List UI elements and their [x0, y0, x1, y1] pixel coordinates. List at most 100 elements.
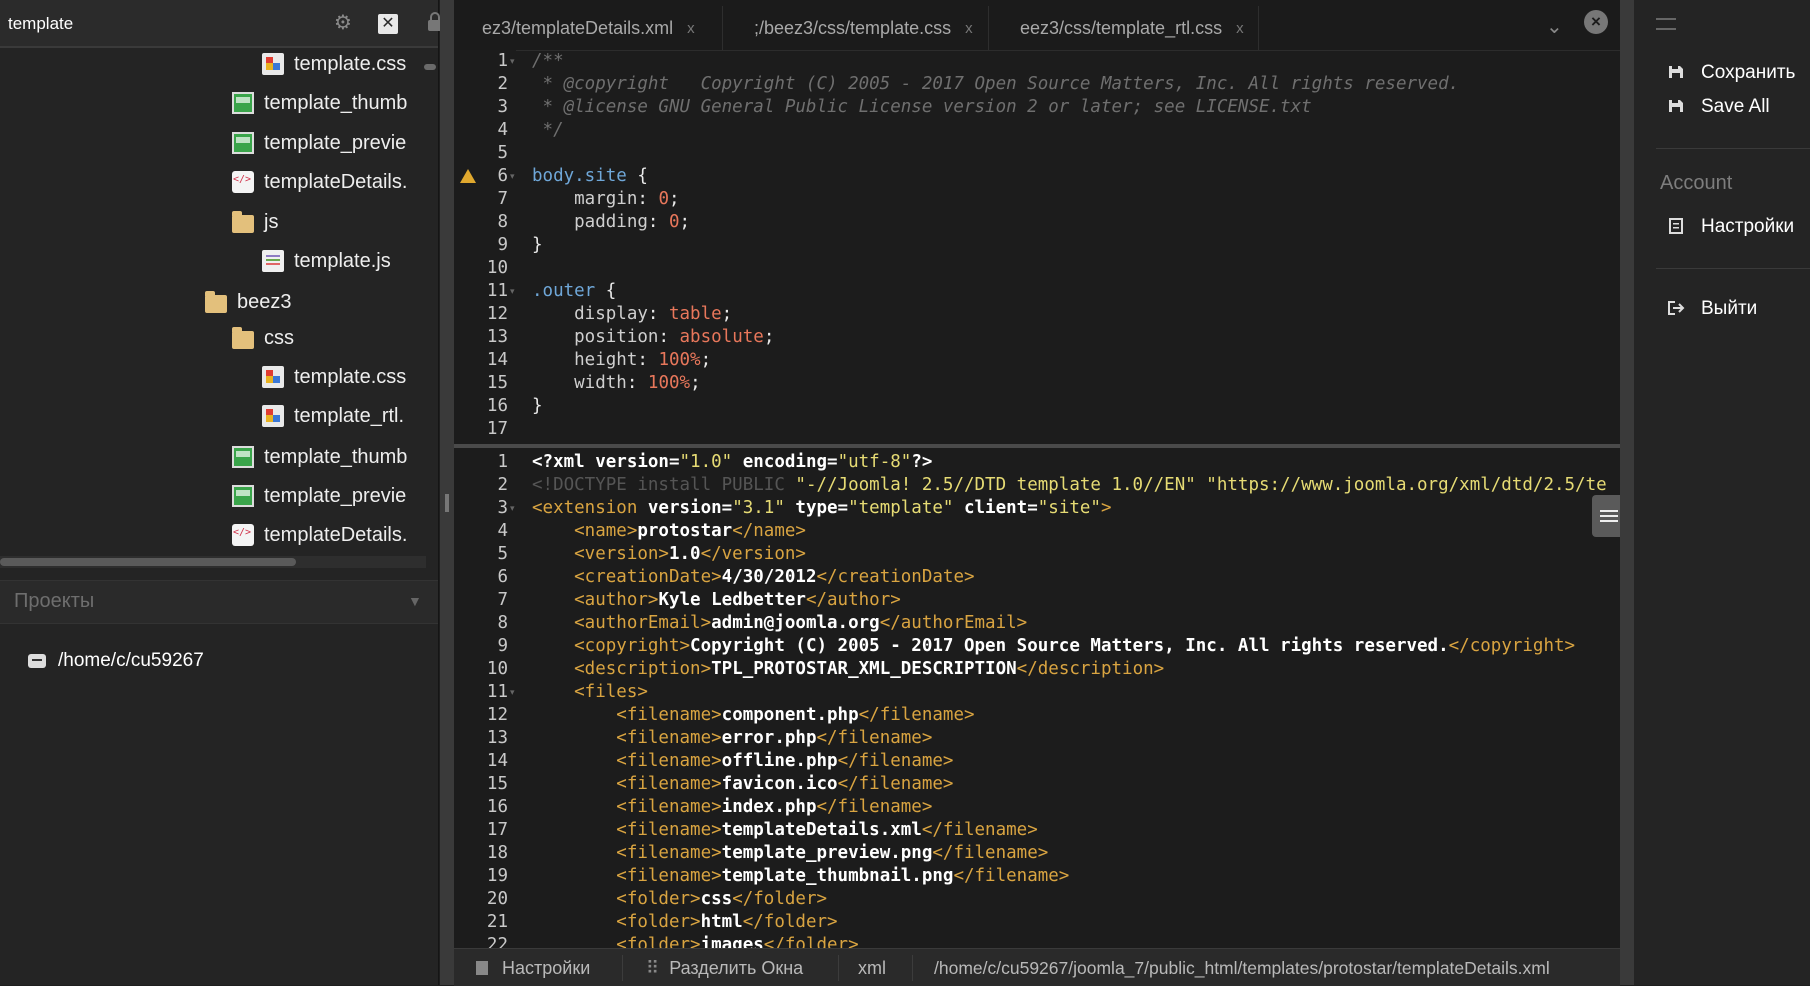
- save-button[interactable]: Сохранить: [1667, 62, 1795, 84]
- tree-file[interactable]: template.css: [262, 48, 406, 80]
- code-token: template_preview.png: [721, 843, 933, 863]
- code-content[interactable]: <?xml version="1.0" encoding="utf-8"?> <!…: [532, 451, 1620, 948]
- code-token: </folder>: [742, 912, 838, 932]
- tree-file[interactable]: template_thumb: [232, 87, 407, 119]
- tab-close-icon[interactable]: x: [965, 20, 973, 37]
- line-number: 14: [486, 751, 508, 771]
- editor-pane-xml[interactable]: 1 2 3 ▾ 4 5 6 7 8 9 10 11 ▾ 12 13 14 15 16 17 18 19 20 21 22 <?…: [454, 451, 1620, 948]
- collapse-panel-icon[interactable]: [1656, 18, 1676, 30]
- tree-file[interactable]: template.js: [262, 245, 391, 277]
- warning-icon[interactable]: [460, 169, 476, 183]
- status-settings-button[interactable]: Настройки: [476, 958, 590, 979]
- code-token: error.php: [721, 728, 817, 748]
- tab-close-icon[interactable]: x: [687, 20, 695, 37]
- code-line: display: table;: [532, 303, 732, 326]
- code-line: <copyright>Copyright (C) 2005 - 2017 Ope…: [532, 635, 1575, 658]
- code-line: <version>1.0</version>: [532, 543, 806, 566]
- status-separator: [912, 955, 913, 981]
- code-token: Kyle Ledbetter: [658, 590, 806, 610]
- tree-file[interactable]: templateDetails.: [232, 519, 407, 551]
- code-token: <filename>: [532, 774, 722, 794]
- settings-button[interactable]: Настройки: [1667, 216, 1794, 238]
- code-line: <filename>templateDetails.xml</filename>: [532, 819, 1037, 842]
- code-line: <filename>template_preview.png</filename…: [532, 842, 1048, 865]
- tree-folder[interactable]: beez3: [205, 286, 292, 318]
- tree-file[interactable]: template_previe: [232, 127, 406, 159]
- code-content[interactable]: /** * @copyright Copyright (C) 2005 - 20…: [532, 50, 1620, 442]
- save-all-button[interactable]: Save All: [1667, 96, 1770, 118]
- tree-file[interactable]: template_thumb: [232, 441, 407, 473]
- split-windows-button[interactable]: ⠿ Разделить Окна: [646, 958, 803, 979]
- line-number: 2: [497, 475, 508, 495]
- code-line: <author>Kyle Ledbetter</author>: [532, 589, 901, 612]
- line-number: 1: [497, 452, 508, 472]
- code-line: <filename>error.php</filename>: [532, 727, 932, 750]
- code-token: </name>: [732, 521, 806, 541]
- tree-folder[interactable]: css: [232, 322, 294, 354]
- code-token: "-//Joomla! 2.5//DTD template 1.0//EN" "…: [795, 475, 1607, 495]
- line-number: 17: [486, 820, 508, 840]
- tab-template-rtl-css[interactable]: eez3/css/template_rtl.css x: [1006, 6, 1259, 50]
- splitter-grip-icon[interactable]: [445, 494, 449, 512]
- gear-icon[interactable]: ⚙: [332, 12, 354, 34]
- close-all-tabs-icon[interactable]: ×: [1584, 10, 1608, 34]
- line-number: 7: [497, 189, 508, 209]
- line-number: 19: [486, 866, 508, 886]
- pane-divider[interactable]: [454, 444, 1620, 448]
- code-token: <filename>: [532, 705, 722, 725]
- chevron-down-icon[interactable]: ▼: [408, 593, 422, 609]
- tree-file[interactable]: template.css: [262, 361, 406, 393]
- tab-template-css[interactable]: ;/beez3/css/template.css x: [740, 6, 989, 50]
- fold-arrow-icon[interactable]: ▾: [510, 681, 518, 704]
- code-token: {: [626, 166, 648, 186]
- logout-label: Выйти: [1701, 298, 1758, 319]
- right-splitter[interactable]: [1620, 0, 1634, 985]
- line-number: 8: [497, 613, 508, 633]
- line-gutter: 1 ▾ 2 3 4 5 6 ▾ 7 8 9 10 11 ▾ 12 13 14 15 16 17: [454, 50, 516, 442]
- code-token: protostar: [637, 521, 733, 541]
- code-token: favicon.ico: [721, 774, 838, 794]
- tab-list-chevron-icon[interactable]: ⌄: [1546, 14, 1563, 39]
- line-number: 10: [486, 258, 508, 278]
- code-token: <creationDate>: [532, 567, 722, 587]
- save-all-label: Save All: [1701, 96, 1770, 117]
- tree-file[interactable]: templateDetails.: [232, 166, 407, 198]
- projects-header[interactable]: Проекты ▼: [0, 580, 438, 624]
- tree-item-label: template_previe: [264, 484, 407, 507]
- tab-label: ez3/templateDetails.xml: [482, 17, 674, 38]
- tree-file[interactable]: template_previe: [232, 480, 406, 512]
- code-token: <filename>: [532, 751, 722, 771]
- syntax-mode[interactable]: xml: [858, 958, 886, 979]
- code-token: absolute: [679, 327, 764, 347]
- tree-folder[interactable]: js: [232, 206, 278, 238]
- left-splitter[interactable]: [440, 0, 454, 985]
- code-token: <name>: [532, 521, 638, 541]
- line-number: 14: [486, 350, 508, 370]
- fold-arrow-icon[interactable]: ▾: [510, 280, 518, 303]
- tree-file[interactable]: template_rtl.: [262, 400, 404, 432]
- clear-filter-icon[interactable]: ✕: [378, 14, 398, 34]
- code-line: <filename>component.php</filename>: [532, 704, 974, 727]
- fold-arrow-icon[interactable]: ▾: [510, 497, 518, 520]
- code-line: }: [532, 395, 543, 418]
- tree-horizontal-scrollbar[interactable]: [0, 558, 296, 566]
- fold-arrow-icon[interactable]: ▾: [510, 50, 518, 73]
- project-item[interactable]: /home/c/cu59267: [28, 650, 204, 672]
- code-token: <?xml version=: [532, 452, 680, 472]
- tab-templatedetails-xml[interactable]: ez3/templateDetails.xml x: [468, 6, 723, 50]
- editor-pane-css[interactable]: 1 ▾ 2 3 4 5 6 ▾ 7 8 9 10 11 ▾ 12 13 14 15 16 17 /** * @copy…: [454, 50, 1620, 442]
- code-token: :: [647, 212, 669, 232]
- code-token: "site": [1037, 498, 1101, 518]
- code-token: </folder>: [763, 935, 859, 948]
- fold-arrow-icon[interactable]: ▾: [510, 165, 518, 188]
- project-path: /home/c/cu59267: [58, 650, 204, 671]
- tab-close-icon[interactable]: x: [1236, 20, 1244, 37]
- code-token: </version>: [700, 544, 806, 564]
- code-token: ?>: [911, 452, 933, 472]
- file-filter-input[interactable]: [6, 11, 290, 37]
- code-line: .outer {: [532, 280, 616, 303]
- tree-vertical-scrollbar[interactable]: [424, 64, 436, 70]
- code-token: <filename>: [532, 797, 722, 817]
- logout-button[interactable]: Выйти: [1667, 298, 1757, 320]
- code-token: ;: [668, 189, 680, 209]
